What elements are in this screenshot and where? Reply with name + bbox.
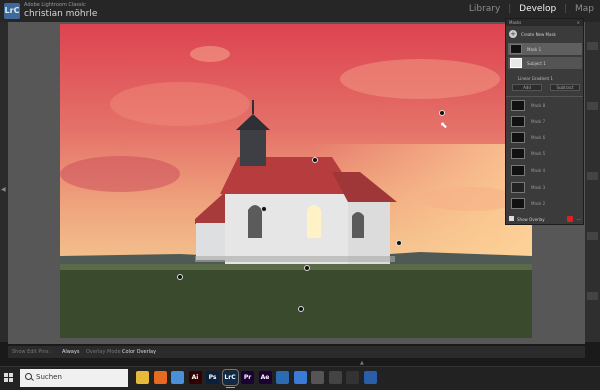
taskbar-search[interactable]: Suchen xyxy=(20,369,128,387)
mask-label: Mask 2 xyxy=(531,201,546,206)
module-library[interactable]: Library xyxy=(469,4,500,14)
divider xyxy=(506,96,583,97)
panel-strip xyxy=(587,172,598,180)
mask-thumbnail xyxy=(511,198,525,209)
mouse-cursor-icon: ⬉ xyxy=(440,121,448,131)
windows-start-icon[interactable] xyxy=(4,373,14,383)
mask-thumbnail xyxy=(511,182,525,193)
mask-label: Mask 6 xyxy=(531,135,546,140)
mask-row-mask-1[interactable]: Mask 1 xyxy=(508,43,582,55)
mask-label: Subject 1 xyxy=(527,61,546,66)
module-picker: Library | Develop | Map xyxy=(464,4,594,14)
mask-row[interactable]: Mask 2 xyxy=(509,197,583,210)
settings-icon[interactable] xyxy=(311,371,324,384)
chrome-icon[interactable] xyxy=(171,371,184,384)
mask-thumbnail xyxy=(510,44,522,54)
premiere-icon[interactable]: Pr xyxy=(241,371,254,384)
illustrator-icon[interactable]: Ai xyxy=(188,371,202,384)
left-panel-toggle[interactable]: ◀ xyxy=(0,22,8,342)
toolbar: Show Edit Pins : Always Overlay Mode : C… xyxy=(8,346,585,358)
camera-app-icon[interactable] xyxy=(328,371,342,384)
mask-label: Mask 4 xyxy=(531,168,546,173)
create-new-mask-button[interactable]: + Create New Mask xyxy=(506,29,583,39)
mask-label: Mask 5 xyxy=(531,151,546,156)
module-develop[interactable]: Develop xyxy=(519,4,556,14)
subject-mask-thumbnail xyxy=(510,58,522,68)
mask-row[interactable]: Mask 6 xyxy=(509,131,583,144)
lightroom-logo: LrC xyxy=(4,3,20,19)
mask-row[interactable]: Mask 7 xyxy=(509,115,583,128)
close-icon[interactable]: × xyxy=(577,19,580,26)
subtract-button[interactable]: Subtract xyxy=(550,84,580,91)
component-label: Linear Gradient 1 xyxy=(518,76,553,81)
masks-panel: Masks × + Create New Mask Mask 1 Subject… xyxy=(505,18,584,225)
mask-component-linear-gradient[interactable]: Linear Gradient 1 xyxy=(508,72,582,84)
mask-row[interactable]: Mask 5 xyxy=(509,147,583,160)
edit-pin[interactable] xyxy=(304,265,310,271)
windows-taskbar: Suchen Ai Ps LrC Pr Ae xyxy=(0,366,600,390)
panel-strip xyxy=(587,292,598,300)
chapel-photo[interactable]: ⬉ xyxy=(60,24,532,338)
mask-thumbnail xyxy=(511,100,525,111)
after-effects-icon[interactable]: Ae xyxy=(258,371,272,384)
mask-thumbnail xyxy=(511,165,525,176)
add-button[interactable]: Add xyxy=(512,84,542,91)
mask-thumbnail xyxy=(511,116,525,127)
overlay-color-swatch[interactable] xyxy=(567,216,573,222)
file-explorer-icon[interactable] xyxy=(136,371,149,384)
show-overlay-checkbox[interactable] xyxy=(509,216,514,221)
expand-left-icon: ◀ xyxy=(1,186,6,193)
photos-icon[interactable] xyxy=(293,371,307,384)
plus-icon: + xyxy=(509,30,517,38)
mask-label: Mask 8 xyxy=(531,103,546,108)
edit-pin[interactable] xyxy=(298,306,304,312)
show-overlay-label: Show Overlay xyxy=(517,217,545,222)
mask-row[interactable]: Mask 8 xyxy=(509,99,583,112)
show-overlay-row: Show Overlay ... xyxy=(509,215,583,223)
panel-strip xyxy=(587,102,598,110)
app-brand: Adobe Lightroom Classic xyxy=(24,2,86,8)
edit-pin[interactable] xyxy=(261,206,267,212)
mask-thumbnail xyxy=(511,148,525,159)
firefox-icon[interactable] xyxy=(153,371,167,384)
wifi-app-icon[interactable] xyxy=(346,371,359,384)
mask-row-subject-1[interactable]: Subject 1 xyxy=(508,57,582,69)
edit-pin[interactable] xyxy=(396,240,402,246)
identity-plate: christian möhrle xyxy=(24,9,98,19)
globe-icon[interactable] xyxy=(276,371,289,384)
mask-label: Mask 1 xyxy=(527,47,542,52)
panel-strip xyxy=(587,42,598,50)
edit-pin[interactable] xyxy=(312,157,318,163)
edit-pin[interactable] xyxy=(177,274,183,280)
panel-strip xyxy=(587,232,598,240)
edit-pin[interactable] xyxy=(439,110,445,116)
mask-label: Mask 7 xyxy=(531,119,546,124)
more-options-icon[interactable]: ... xyxy=(577,216,581,221)
search-icon xyxy=(25,373,32,380)
module-map[interactable]: Map xyxy=(575,4,594,14)
show-edit-pins-select[interactable]: Always xyxy=(62,349,80,355)
module-separator: | xyxy=(564,4,568,14)
masks-panel-header: Masks × xyxy=(506,19,583,26)
create-new-mask-label: Create New Mask xyxy=(521,32,556,37)
lightroom-classic-icon[interactable]: LrC xyxy=(221,369,239,388)
mask-thumbnail xyxy=(511,132,525,143)
mask-row[interactable]: Mask 4 xyxy=(509,164,583,177)
right-panel xyxy=(585,22,600,342)
mask-label: Mask 3 xyxy=(531,185,546,190)
overlay-mode-select[interactable]: Color Overlay xyxy=(122,349,156,355)
monitor-app-icon[interactable] xyxy=(363,371,377,384)
show-edit-pins-label: Show Edit Pins : xyxy=(12,349,52,355)
search-placeholder: Suchen xyxy=(36,373,62,381)
module-separator: | xyxy=(508,4,512,14)
photoshop-icon[interactable]: Ps xyxy=(206,371,219,384)
add-subtract-row: Add Subtract xyxy=(512,84,582,91)
masks-panel-title: Masks xyxy=(509,20,522,25)
overlay-mode-label: Overlay Mode : xyxy=(86,349,124,355)
mask-row[interactable]: Mask 3 xyxy=(509,181,583,194)
